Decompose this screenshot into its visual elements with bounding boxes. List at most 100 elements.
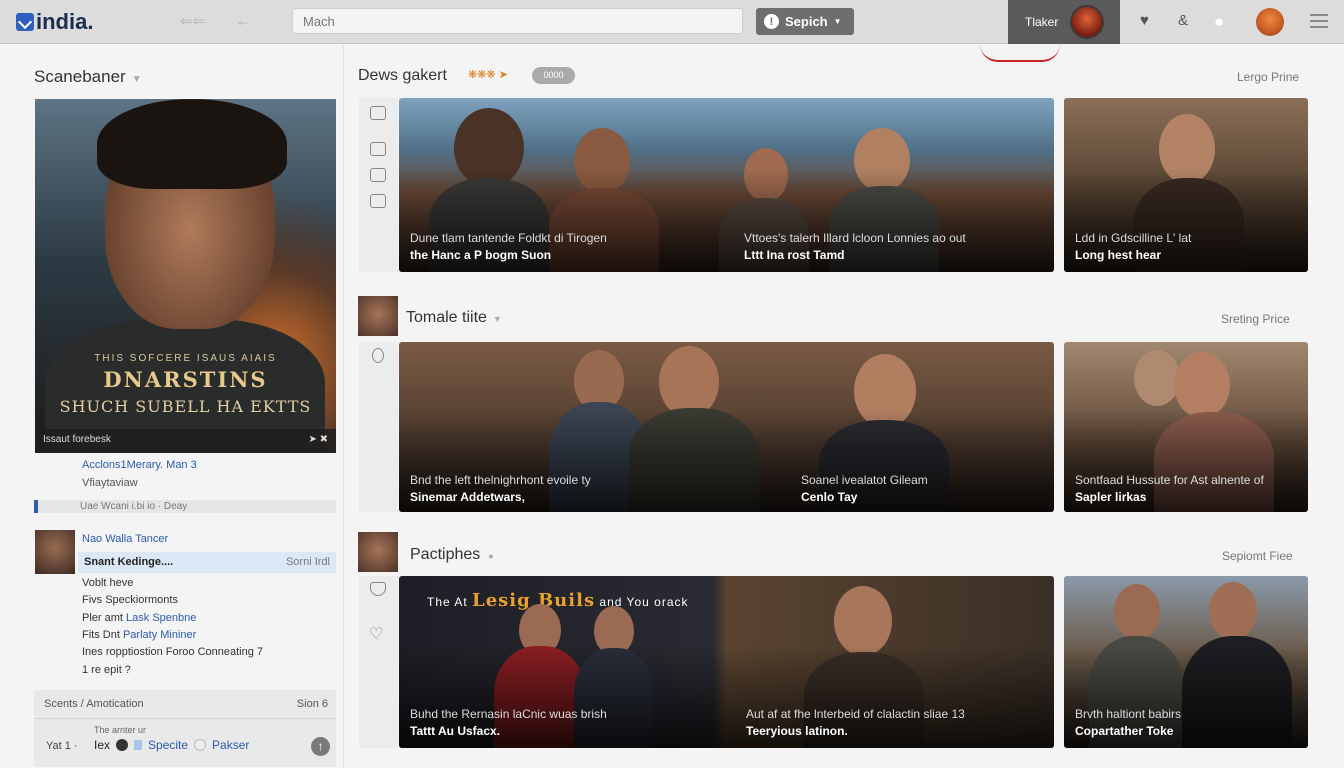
divider	[34, 718, 336, 719]
progress-label: Uae Wcani i.bi io · Deay	[80, 501, 188, 512]
featured-poster[interactable]: THIS SOFCERE ISAUS AIAIS DNARSTINS SHUCH…	[35, 99, 336, 453]
figure	[1174, 352, 1230, 418]
ampersand-icon[interactable]: &	[1178, 12, 1188, 29]
annotation-link[interactable]: Specite	[148, 738, 188, 752]
search-input[interactable]	[292, 8, 743, 34]
poster-title-line2: SHUCH SUBELL HA EKTTS	[59, 397, 312, 416]
status-badge: 0000	[532, 67, 575, 84]
card-caption: Vttoes's talerh Illard lcloon Lonnies ao…	[744, 231, 966, 262]
list-item[interactable]: Ines ropptiostion Foroo Conneating 7	[82, 646, 263, 658]
poster-meta-secondary: Vfiaytaviaw	[82, 477, 138, 489]
ticker-label: Tlaker	[1025, 15, 1059, 29]
pin-icon[interactable]	[372, 348, 384, 363]
now-thumbnail[interactable]	[35, 530, 75, 574]
avatar[interactable]	[1256, 8, 1284, 36]
chevron-down-icon: ▼	[131, 74, 142, 85]
decorative-annotation-line	[980, 44, 1060, 62]
video-card[interactable]: Sontfaad Hussute for Ast alnente of Saple…	[1064, 342, 1308, 512]
card-hero-title: The At Lesig Buils and You orack	[427, 590, 689, 611]
card-caption: Ldd in Gdscilline L' lat Long hest hear	[1075, 231, 1192, 262]
video-card[interactable]: Bnd the left thelnighrhont evoile ty Sine…	[399, 342, 1054, 512]
section-link[interactable]: Sepiomt Fiee	[1222, 549, 1293, 563]
plus-icon[interactable]: ↑	[311, 737, 330, 756]
list-item[interactable]: Pler amt Lask Spenbne	[82, 612, 196, 624]
chat-icon[interactable]	[370, 106, 386, 120]
bookmark-icon[interactable]	[370, 142, 386, 156]
menu-icon[interactable]	[1310, 14, 1328, 28]
heart-icon[interactable]: ♡	[369, 624, 383, 644]
figure	[1114, 584, 1160, 640]
section-thumbnail[interactable]	[358, 532, 398, 572]
annotation-left-label: Yat 1 ·	[46, 740, 78, 752]
annotation-panel: Scents / Amotication Sion 6 The arnter u…	[34, 690, 336, 767]
poster-title: DNARSTINS	[103, 367, 268, 392]
user-icon[interactable]: ●	[1214, 12, 1224, 32]
poster-subtitle: THIS SOFCERE ISAUS AIAIS	[94, 353, 277, 364]
list-item[interactable]: Fivs Speckiormonts	[82, 594, 178, 606]
square-icon	[134, 740, 143, 750]
section-title[interactable]: Tomale tiite ▼	[406, 309, 502, 327]
logo-icon	[16, 13, 34, 31]
video-card[interactable]: Brvth haltiont babirs Copartather Toke	[1064, 576, 1308, 748]
check-icon[interactable]	[370, 194, 386, 208]
card-caption: Sontfaad Hussute for Ast alnente of Saple…	[1075, 473, 1264, 504]
section-rail: ♡	[359, 576, 398, 748]
list-item[interactable]: 1 re epit ?	[82, 664, 131, 676]
fire-icon: ❋❋❋ ➤	[468, 69, 508, 81]
chevron-down-icon: ▼	[492, 314, 502, 324]
figure	[1209, 582, 1257, 640]
logo-text: india.	[36, 9, 94, 34]
section-link[interactable]: Sreting Price	[1221, 312, 1290, 326]
highlighted-list-item[interactable]: Snant Kedinge.... Sorni Irdl	[78, 552, 336, 573]
chevron-down-icon: ▼	[833, 17, 842, 26]
card-caption: Brvth haltiont babirs Copartather Toke	[1075, 707, 1182, 738]
list-item[interactable]: Fits Dnt Parlaty Mininer	[82, 629, 196, 641]
share-icon[interactable]: ➤ ✖	[308, 434, 328, 448]
card-caption: Aut af at fhe lnterbeid of clalactin sli…	[746, 707, 965, 738]
list-item[interactable]: Voblt heve	[82, 577, 133, 589]
list-link[interactable]: Lask Spenbne	[126, 612, 196, 624]
section-title[interactable]: Pactiphes ●	[410, 546, 494, 564]
back-icon[interactable]: ⇐⇐	[180, 12, 205, 30]
video-card[interactable]: Ldd in Gdscilline L' lat Long hest hear	[1064, 98, 1308, 272]
poster-meta-link[interactable]: Acclons1Merary. Man 3	[82, 459, 197, 471]
card-caption: Soanel ivealatot Gileam Cenlo Tay	[801, 473, 928, 504]
shield-icon[interactable]	[370, 582, 386, 596]
progress-fill	[34, 500, 38, 513]
card-caption: Dune tlam tantende Foldkt di Tirogen the …	[410, 231, 607, 262]
sidebar-title[interactable]: Scanebaner ▼	[34, 67, 142, 87]
card-caption: Buhd the Rernasin laCnic wuas brish Tattt…	[410, 707, 607, 738]
card-caption: Bnd the left thelnighrhont evoile ty Sine…	[410, 473, 591, 504]
dark-dot-icon	[116, 739, 129, 751]
highlight-label: Snant Kedinge....	[84, 556, 174, 568]
poster-caption: Issaut forebesk	[43, 434, 111, 445]
sidebar: Scanebaner ▼ THIS SOFCERE ISAUS AIAIS DNA…	[0, 45, 344, 768]
section-title[interactable]: Dews gakert	[358, 67, 447, 85]
section-thumbnail[interactable]	[358, 296, 398, 336]
search-icon: !	[764, 14, 779, 29]
search-button-label: Sepich	[785, 14, 828, 29]
video-card[interactable]: The At Lesig Buils and You orack Buhd th…	[399, 576, 1054, 748]
list-link[interactable]: Parlaty Mininer	[123, 629, 196, 641]
poster-caption-bar: Issaut forebesk ➤ ✖	[35, 429, 336, 453]
annotation-count: Sion 6	[296, 698, 328, 710]
section-rail	[359, 342, 398, 512]
now-heading[interactable]: Nao Walla Tancer	[82, 533, 168, 545]
left-arrow-icon[interactable]: ←	[235, 11, 252, 31]
annotation-header[interactable]: Scents / Amotication	[44, 698, 144, 710]
playback-progress[interactable]: Uae Wcani i.bi io · Deay	[34, 500, 336, 513]
annotation-link[interactable]: Pakser	[212, 738, 249, 752]
top-bar: india. ⇐⇐ ← ! Sepich ▼ Tlaker ♥ & ●	[0, 0, 1344, 44]
list-icon[interactable]	[370, 168, 386, 182]
figure	[1134, 350, 1180, 406]
app-logo[interactable]: india.	[16, 9, 93, 35]
ticker-panel[interactable]: Tlaker	[1008, 0, 1120, 44]
annotation-row: Iex Specite Pakser	[94, 738, 249, 752]
highlight-right: Sorni Irdl	[285, 556, 330, 568]
search-button[interactable]: ! Sepich ▼	[756, 8, 854, 35]
section-rail	[359, 98, 398, 272]
ticker-avatar[interactable]	[1070, 5, 1105, 39]
video-card[interactable]: Dune tlam tantende Foldkt di Tirogen the …	[399, 98, 1054, 272]
section-link[interactable]: Lergo Prine	[1237, 70, 1299, 84]
heart-icon[interactable]: ♥	[1140, 12, 1149, 29]
